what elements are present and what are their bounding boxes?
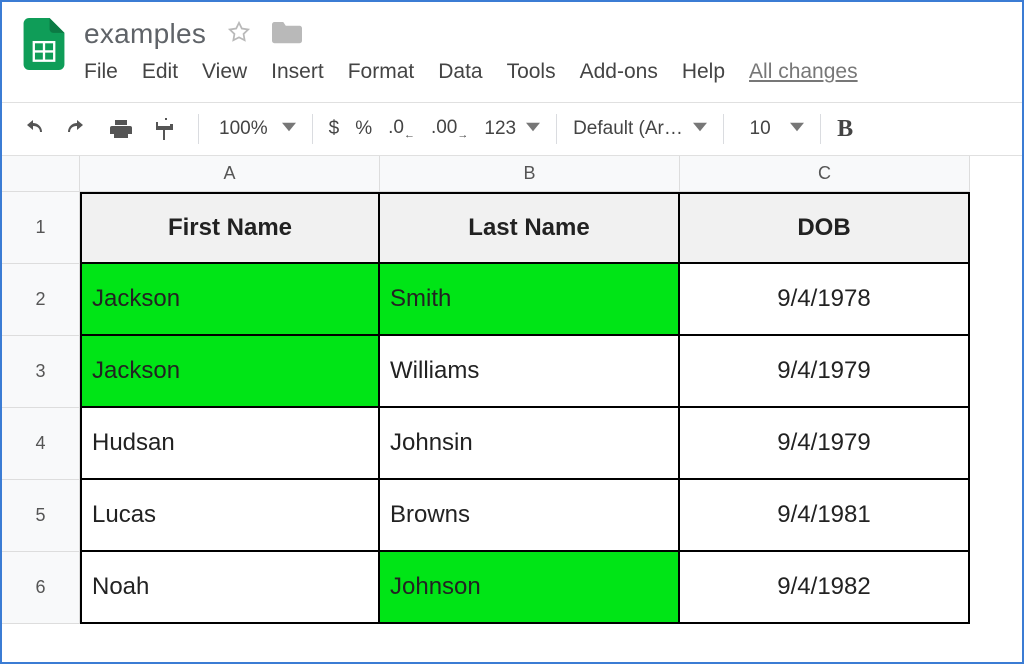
separator <box>723 114 724 144</box>
format-currency-button[interactable]: $ <box>329 118 340 140</box>
row-header-4[interactable]: 4 <box>2 408 80 480</box>
paint-format-button[interactable] <box>148 112 182 146</box>
column-header-c[interactable]: C <box>680 156 970 192</box>
menu-file[interactable]: File <box>84 60 118 84</box>
bold-button[interactable]: B <box>837 116 853 143</box>
separator <box>198 114 199 144</box>
separator <box>820 114 821 144</box>
redo-button[interactable] <box>60 112 94 146</box>
row-header-1[interactable]: 1 <box>2 192 80 264</box>
menu-edit[interactable]: Edit <box>142 60 178 84</box>
font-size-select[interactable]: 10 <box>740 118 804 140</box>
menu-data[interactable]: Data <box>438 60 482 84</box>
separator <box>556 114 557 144</box>
menu-tools[interactable]: Tools <box>507 60 556 84</box>
select-all-corner[interactable] <box>2 156 80 192</box>
chevron-down-icon <box>282 118 296 140</box>
font-select[interactable]: Default (Ari… <box>573 118 707 140</box>
cell-b2[interactable]: Smith <box>380 264 680 336</box>
cell-c6[interactable]: 9/4/1982 <box>680 552 970 624</box>
cell-b1[interactable]: Last Name <box>380 192 680 264</box>
cell-a6[interactable]: Noah <box>80 552 380 624</box>
star-icon[interactable] <box>226 19 252 50</box>
folder-icon[interactable] <box>272 19 302 50</box>
more-formats-button[interactable]: 123 <box>484 118 540 140</box>
menu-bar: File Edit View Insert Format Data Tools … <box>84 60 858 84</box>
decrease-decimal-button[interactable]: .0← <box>388 117 415 141</box>
menu-all-changes[interactable]: All changes <box>749 60 858 84</box>
row-header-2[interactable]: 2 <box>2 264 80 336</box>
row-header-5[interactable]: 5 <box>2 480 80 552</box>
cell-b6[interactable]: Johnson <box>380 552 680 624</box>
undo-button[interactable] <box>16 112 50 146</box>
cell-c3[interactable]: 9/4/1979 <box>680 336 970 408</box>
zoom-select[interactable]: 100% <box>215 118 296 140</box>
toolbar: 100% $ % .0← .00→ 123 Default (Ari… 10 B <box>2 102 1022 156</box>
column-header-a[interactable]: A <box>80 156 380 192</box>
row-header-3[interactable]: 3 <box>2 336 80 408</box>
cell-c1[interactable]: DOB <box>680 192 970 264</box>
row-header-6[interactable]: 6 <box>2 552 80 624</box>
menu-insert[interactable]: Insert <box>271 60 324 84</box>
cell-b5[interactable]: Browns <box>380 480 680 552</box>
menu-view[interactable]: View <box>202 60 247 84</box>
menu-addons[interactable]: Add-ons <box>580 60 658 84</box>
format-percent-button[interactable]: % <box>355 118 372 140</box>
cell-a5[interactable]: Lucas <box>80 480 380 552</box>
cell-c2[interactable]: 9/4/1978 <box>680 264 970 336</box>
document-title[interactable]: examples <box>84 18 206 50</box>
sheets-app-icon[interactable] <box>18 18 70 70</box>
menu-format[interactable]: Format <box>348 60 415 84</box>
cell-b4[interactable]: Johnsin <box>380 408 680 480</box>
cell-b3[interactable]: Williams <box>380 336 680 408</box>
chevron-down-icon <box>790 118 804 140</box>
cell-a1[interactable]: First Name <box>80 192 380 264</box>
separator <box>312 114 313 144</box>
column-header-b[interactable]: B <box>380 156 680 192</box>
chevron-down-icon <box>526 118 540 140</box>
chevron-down-icon <box>693 118 707 140</box>
increase-decimal-button[interactable]: .00→ <box>431 117 468 141</box>
print-button[interactable] <box>104 112 138 146</box>
cell-a3[interactable]: Jackson <box>80 336 380 408</box>
cell-a2[interactable]: Jackson <box>80 264 380 336</box>
menu-help[interactable]: Help <box>682 60 725 84</box>
cell-c4[interactable]: 9/4/1979 <box>680 408 970 480</box>
cell-c5[interactable]: 9/4/1981 <box>680 480 970 552</box>
cell-a4[interactable]: Hudsan <box>80 408 380 480</box>
